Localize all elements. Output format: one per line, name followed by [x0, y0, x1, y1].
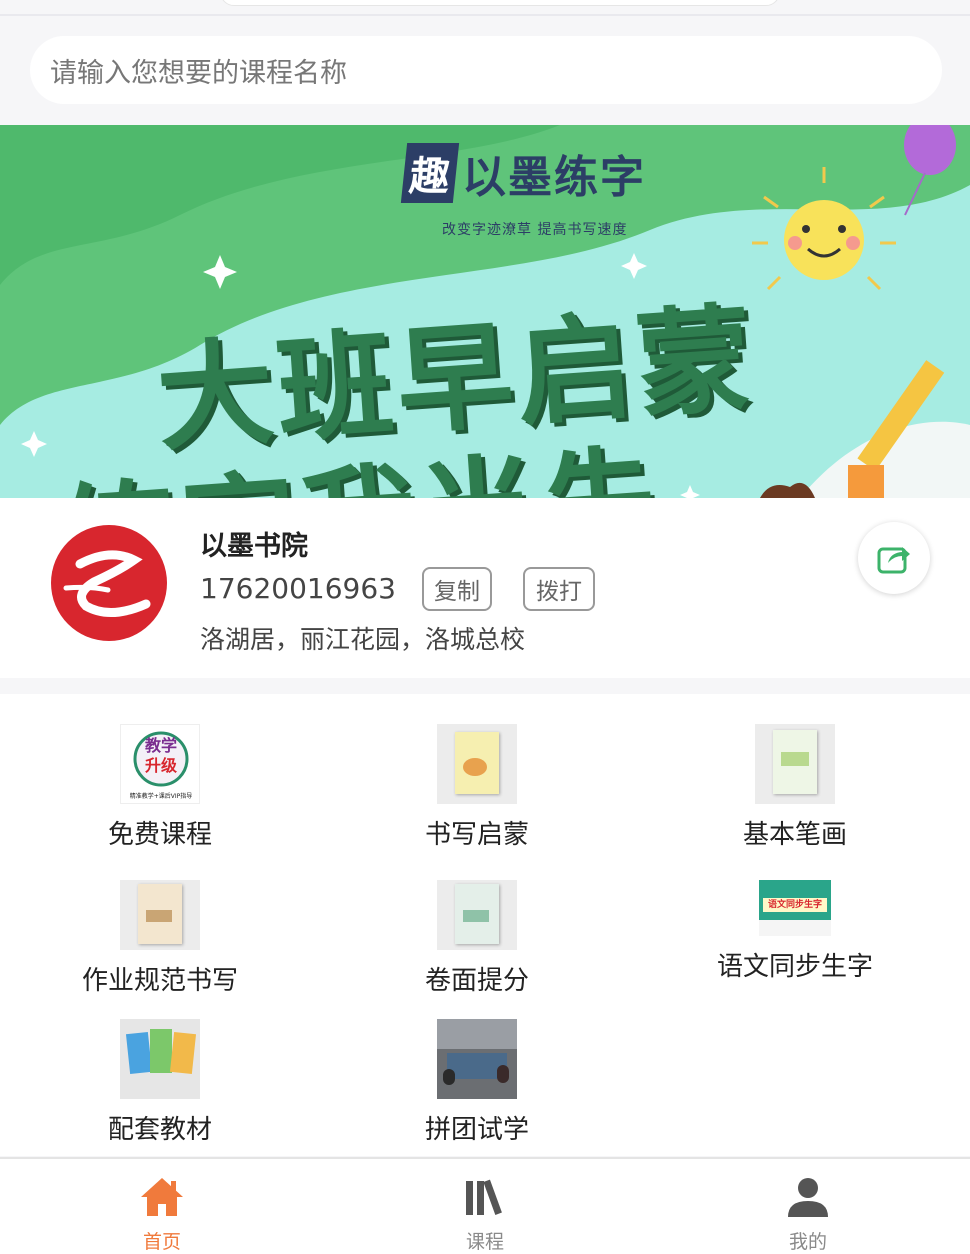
banner-brand: 趣 以墨练字	[400, 142, 646, 204]
share-button[interactable]	[858, 522, 930, 594]
brand-name: 以墨练字	[462, 152, 646, 203]
tab-courses[interactable]: 课程	[385, 1159, 585, 1254]
top-handle	[220, 0, 780, 6]
tab-mine[interactable]: 我的	[708, 1159, 908, 1254]
tab-courses-label: 课程	[465, 1231, 504, 1253]
grid-item-label: 免费课程	[107, 820, 212, 850]
grid-item-group-trial[interactable]: 拼团试学	[317, 1019, 637, 1146]
basic-strokes-thumbnail	[755, 724, 835, 804]
grid-item-label: 作业规范书写	[81, 966, 238, 996]
tab-mine-label: 我的	[788, 1231, 827, 1253]
writing-enlightenment-thumbnail	[437, 724, 517, 804]
neatness-score-thumbnail	[437, 880, 517, 950]
category-grid: 教学 升级 精准教学+课后VIP指导 免费课程 书写启蒙 基本笔画 作业规范书写	[0, 694, 970, 1156]
store-info-card: 以墨书院 17620016963 复制 拨打 洛湖居，丽江花园，洛城总校	[0, 498, 970, 678]
free-course-thumb-text-1: 教学	[144, 736, 177, 755]
grid-item-chinese-sync-characters[interactable]: 语文同步生字 语文同步生字	[635, 880, 955, 983]
group-trial-thumbnail	[437, 1019, 517, 1099]
grid-item-free-course[interactable]: 教学 升级 精准教学+课后VIP指导 免费课程	[0, 724, 320, 851]
brand-qu-mark: 趣	[400, 143, 460, 203]
grid-item-label: 卷面提分	[424, 966, 529, 996]
search-input[interactable]: 请输入您想要的课程名称	[30, 36, 942, 104]
grid-item-label: 拼团试学	[424, 1115, 529, 1145]
grid-item-label: 基本笔画	[742, 820, 847, 850]
copy-button[interactable]: 复制	[422, 567, 492, 611]
grid-item-homework-writing[interactable]: 作业规范书写	[0, 880, 320, 997]
store-address: 洛湖居，丽江花园，洛城总校	[200, 625, 526, 654]
divider	[0, 14, 970, 16]
tab-home-label: 首页	[142, 1231, 181, 1253]
grid-item-writing-enlightenment[interactable]: 书写启蒙	[317, 724, 637, 851]
homework-writing-thumbnail	[120, 880, 200, 950]
books-icon	[466, 1179, 502, 1215]
chinese-sync-thumb-text: 语文同步生字	[767, 900, 822, 910]
tab-home[interactable]: 首页	[62, 1159, 262, 1254]
chinese-sync-thumbnail: 语文同步生字	[759, 880, 831, 936]
store-phone: 17620016963	[200, 572, 396, 605]
share-icon	[877, 547, 910, 574]
store-logo	[51, 525, 167, 641]
grid-item-neatness-score[interactable]: 卷面提分	[317, 880, 637, 997]
free-course-thumbnail: 教学 升级 精准教学+课后VIP指导	[120, 724, 200, 804]
user-icon	[788, 1178, 828, 1217]
store-name: 以墨书院	[200, 531, 308, 562]
banner-slogan: 改变字迹潦草 提高书写速度	[442, 222, 628, 238]
free-course-thumb-caption: 精准教学+课后VIP指导	[129, 793, 193, 800]
promo-banner[interactable]: 趣 以墨练字 改变字迹潦草 提高书写速度 大班早启蒙 练字我当先	[0, 125, 970, 498]
grid-item-label: 语文同步生字	[716, 952, 873, 982]
textbooks-thumbnail	[120, 1019, 200, 1099]
grid-item-label: 书写启蒙	[424, 820, 529, 850]
grid-item-textbooks[interactable]: 配套教材	[0, 1019, 320, 1146]
free-course-thumb-text-2: 升级	[144, 756, 177, 775]
search-placeholder: 请输入您想要的课程名称	[50, 57, 347, 89]
bottom-tab-bar: 首页 课程 我的	[0, 1157, 970, 1254]
home-icon	[141, 1178, 183, 1216]
grid-item-basic-strokes[interactable]: 基本笔画	[635, 724, 955, 851]
grid-item-label: 配套教材	[107, 1115, 212, 1145]
call-button[interactable]: 拨打	[523, 567, 595, 611]
